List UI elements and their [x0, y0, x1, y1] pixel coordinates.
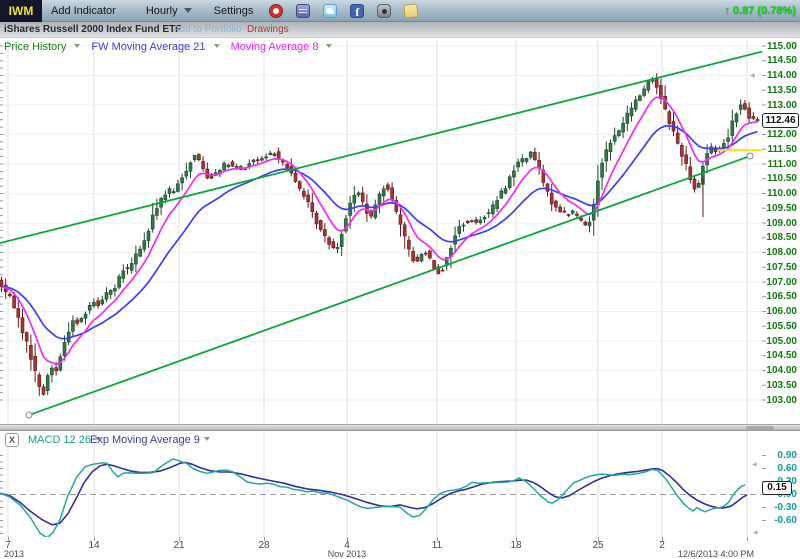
up-arrow-icon: ↑	[724, 4, 730, 17]
axis-resize-marker[interactable]: ◀	[753, 529, 758, 536]
interval-select[interactable]: Hourly	[146, 5, 178, 17]
legend-ma21[interactable]: FW Moving Average 21	[91, 41, 205, 53]
close-indicator-button[interactable]: X	[5, 433, 19, 447]
time-subtick-label: 12/6/2013 4:00 PM	[677, 549, 755, 559]
axis-resize-marker[interactable]: ◀	[752, 461, 757, 468]
axis-resize-marker[interactable]: ◀	[750, 72, 755, 79]
price-legend: Price History FW Moving Average 21 Movin…	[4, 41, 333, 53]
add-to-portfolio-link[interactable]: Add to Portfolio	[173, 24, 241, 35]
facebook-icon[interactable]	[350, 3, 365, 19]
time-tick-label: 11	[431, 540, 443, 551]
notes-icon[interactable]	[403, 2, 420, 19]
alarm-clock-icon[interactable]	[269, 3, 284, 18]
price-chart-canvas[interactable]	[0, 38, 800, 424]
panel-splitter[interactable]	[0, 424, 800, 431]
drawings-link[interactable]: Drawings	[247, 24, 289, 35]
splitter-scroll-thumb[interactable]	[746, 426, 774, 430]
chevron-down-icon[interactable]	[213, 44, 220, 51]
chevron-down-icon[interactable]	[326, 44, 333, 51]
signal-label[interactable]: Exp Moving Average 9	[90, 434, 210, 446]
time-subtick-label: 2013	[3, 549, 25, 559]
macd-header: X MACD 12 26 Exp Moving Average 9	[0, 431, 762, 449]
time-tick-label: 18	[510, 540, 522, 551]
info-bar: iShares Russell 2000 Index Fund ETF Add …	[0, 22, 800, 38]
camera-icon[interactable]	[377, 3, 392, 18]
macd-axis[interactable]: 0.900.600.300.00-0.30-0.60	[762, 0, 800, 559]
symbol-badge[interactable]: IWM	[0, 0, 42, 22]
time-tick-label: 14	[88, 540, 100, 551]
charting-app-window: IWM Add Indicator Hourly Settings ↑ 0.87…	[0, 0, 800, 559]
last-macd-box: 0.15	[762, 481, 792, 495]
top-toolbar: IWM Add Indicator Hourly Settings ↑ 0.87…	[0, 0, 800, 22]
legend-price-history[interactable]: Price History	[4, 41, 66, 53]
time-tick-label: 28	[258, 540, 270, 551]
settings-button[interactable]: Settings	[214, 5, 254, 17]
macd-tick-label: -0.60	[774, 514, 797, 526]
time-tick-label: 21	[173, 540, 185, 551]
chevron-down-icon[interactable]	[74, 44, 81, 51]
twitter-icon[interactable]	[323, 3, 338, 18]
legend-ma8[interactable]: Moving Average 8	[231, 41, 319, 53]
add-indicator-button[interactable]: Add Indicator	[51, 5, 116, 17]
interval-caret-icon[interactable]	[183, 8, 192, 17]
instrument-title: iShares Russell 2000 Index Fund ETF	[4, 24, 182, 35]
time-tick-label: 2	[659, 540, 665, 551]
last-price-box: 112.46	[762, 112, 799, 128]
macd-tick-label: 0.90	[777, 450, 797, 461]
macd-tick-label: -0.30	[774, 501, 797, 513]
database-icon[interactable]	[296, 3, 311, 18]
time-subtick-label: Nov 2013	[327, 549, 367, 559]
time-tickmark	[747, 537, 748, 541]
time-axis[interactable]: 7 14 21 28 4 11 18 25 2 2013 Nov 2013 12/6/2013 4:0…	[0, 537, 800, 559]
chevron-down-icon[interactable]	[203, 437, 210, 444]
time-tick-label: 25	[592, 540, 604, 551]
macd-tick-label: 0.60	[777, 463, 797, 474]
